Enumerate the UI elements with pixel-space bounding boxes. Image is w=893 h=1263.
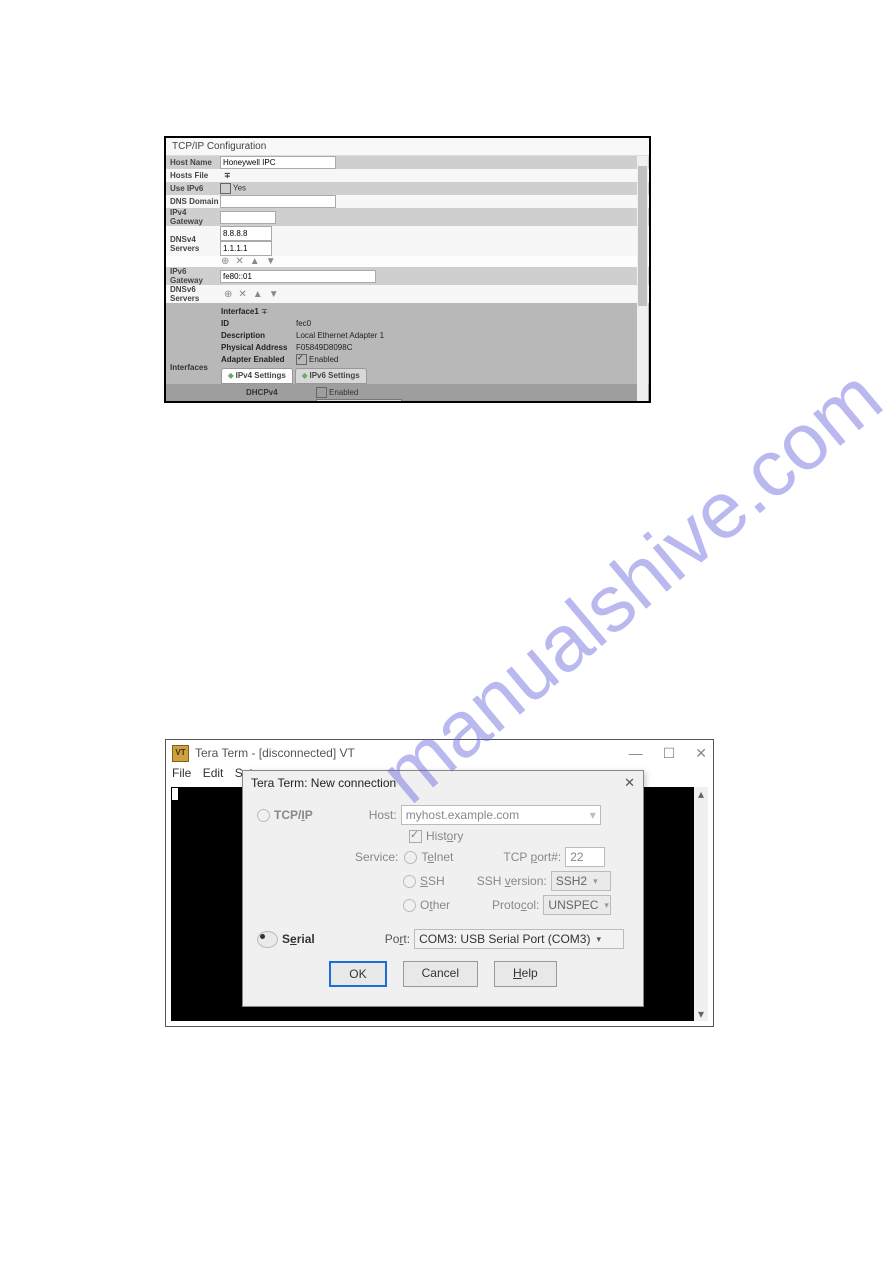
iface-phys-label: Physical Address bbox=[221, 343, 296, 352]
other-label: Other bbox=[420, 898, 450, 912]
close-icon[interactable]: ✕ bbox=[695, 745, 707, 762]
ipv6-tab-icon: ⬥ bbox=[302, 371, 308, 380]
tcp-port-label: TCP port#: bbox=[503, 850, 561, 864]
iface-id-value: fec0 bbox=[296, 319, 311, 328]
hosts-file-label: Hosts File bbox=[166, 171, 220, 180]
add-icon[interactable]: ⊕ bbox=[221, 256, 229, 267]
ipv4-tab-icon: ⬥ bbox=[228, 371, 234, 380]
dns-domain-label: DNS Domain bbox=[166, 197, 220, 206]
terminal-scrollbar[interactable]: ▴ ▾ bbox=[694, 787, 708, 1021]
iface-desc-value: Local Ethernet Adapter 1 bbox=[296, 331, 384, 340]
iface-adapter-value: Enabled bbox=[309, 355, 338, 364]
iface-desc-label: Description bbox=[221, 331, 296, 340]
window-title-text: Tera Term - [disconnected] VT bbox=[195, 746, 355, 760]
delete-icon[interactable]: ✕ bbox=[235, 256, 243, 267]
dns-domain-input[interactable] bbox=[220, 195, 336, 208]
dhcp-checkbox[interactable] bbox=[316, 387, 327, 398]
dnsv4-servers-label: DNSv4 Servers bbox=[166, 229, 220, 253]
tcpip-radio[interactable] bbox=[257, 809, 270, 822]
ipv6-gateway-label: IPv6 Gateway bbox=[166, 267, 220, 285]
ssh-radio[interactable] bbox=[403, 875, 416, 888]
scrollbar-thumb[interactable] bbox=[638, 166, 647, 306]
telnet-label: Telnet bbox=[421, 850, 453, 864]
teraterm-window: VT Tera Term - [disconnected] VT — ☐ ✕ F… bbox=[165, 739, 714, 1027]
use-ipv6-yes-text: Yes bbox=[233, 184, 246, 193]
dnsv4-input-2[interactable] bbox=[220, 241, 272, 256]
adapter-enabled-checkbox[interactable] bbox=[296, 354, 307, 365]
tab-ipv6-settings[interactable]: ⬥IPv6 Settings bbox=[295, 368, 367, 384]
maximize-icon[interactable]: ☐ bbox=[663, 745, 676, 762]
port-label: Port: bbox=[385, 932, 410, 946]
dialog-close-icon[interactable]: ✕ bbox=[624, 775, 635, 791]
teraterm-app-icon: VT bbox=[172, 745, 189, 762]
ipv4-gateway-label: IPv4 Gateway bbox=[166, 208, 220, 226]
iface-phys-value: F05849D8098C bbox=[296, 343, 352, 352]
menu-file[interactable]: File bbox=[172, 766, 191, 780]
ipv4-addr-input[interactable] bbox=[316, 399, 402, 403]
serial-radio[interactable] bbox=[257, 931, 278, 948]
up-icon[interactable]: ▲ bbox=[250, 256, 260, 267]
scroll-down-icon[interactable]: ▾ bbox=[694, 1007, 708, 1021]
other-radio[interactable] bbox=[403, 899, 416, 912]
host-combo[interactable]: myhost.example.com▾ bbox=[401, 805, 601, 825]
hosts-file-expand-icon[interactable]: ∓ bbox=[220, 171, 231, 180]
host-name-label: Host Name bbox=[166, 158, 220, 167]
host-name-input[interactable] bbox=[220, 156, 336, 169]
tcpip-config-window: TCP/IP Configuration Host Name Hosts Fil… bbox=[164, 136, 651, 403]
help-button[interactable]: Help bbox=[494, 961, 557, 987]
ssh-label: SSH bbox=[420, 874, 445, 888]
dialog-title: Tera Term: New connection bbox=[251, 776, 396, 790]
interfaces-section-label: Interfaces bbox=[170, 363, 208, 372]
interface-header: Interface1 bbox=[221, 307, 259, 316]
use-ipv6-label: Use IPv6 bbox=[166, 184, 220, 193]
scrollbar[interactable] bbox=[637, 156, 648, 402]
host-label: Host: bbox=[369, 808, 397, 822]
ipv4-addr-label: IPv4 Address bbox=[246, 402, 316, 403]
iface-adapter-label: Adapter Enabled bbox=[221, 355, 296, 364]
ssh-version-label: SSH version: bbox=[477, 874, 547, 888]
dhcp-value: Enabled bbox=[329, 388, 358, 397]
port-select[interactable]: COM3: USB Serial Port (COM3)▾ bbox=[414, 929, 624, 949]
service-label: Service: bbox=[355, 850, 398, 864]
protocol-label: Protocol: bbox=[492, 898, 539, 912]
dnsv4-input-1[interactable] bbox=[220, 226, 272, 241]
interface-collapse-icon[interactable]: ∓ bbox=[261, 307, 268, 316]
menu-edit[interactable]: Edit bbox=[203, 766, 224, 780]
add-icon-2[interactable]: ⊕ bbox=[224, 289, 232, 300]
ssh-version-select[interactable]: SSH2▾ bbox=[551, 871, 611, 891]
iface-id-label: ID bbox=[221, 319, 296, 328]
history-label: History bbox=[426, 829, 463, 843]
telnet-radio[interactable] bbox=[404, 851, 417, 864]
ipv4-gateway-input[interactable] bbox=[220, 211, 276, 224]
dnsv6-servers-label: DNSv6 Servers bbox=[166, 285, 220, 303]
minimize-icon[interactable]: — bbox=[629, 745, 643, 762]
ipv6-gateway-input[interactable] bbox=[220, 270, 376, 283]
use-ipv6-checkbox[interactable] bbox=[220, 183, 231, 194]
window-title: TCP/IP Configuration bbox=[166, 138, 649, 156]
protocol-select[interactable]: UNSPEC▾ bbox=[543, 895, 611, 915]
tab-ipv4-settings[interactable]: ⬥IPv4 Settings bbox=[221, 368, 293, 384]
terminal-cursor bbox=[172, 788, 178, 800]
cancel-button[interactable]: Cancel bbox=[403, 961, 478, 987]
titlebar: VT Tera Term - [disconnected] VT — ☐ ✕ bbox=[166, 740, 713, 766]
up-icon-2[interactable]: ▲ bbox=[253, 289, 263, 300]
history-checkbox[interactable] bbox=[409, 830, 422, 843]
new-connection-dialog: Tera Term: New connection ✕ TCP/IP Host:… bbox=[242, 770, 644, 1007]
delete-icon-2[interactable]: ✕ bbox=[238, 289, 246, 300]
down-icon-2[interactable]: ▼ bbox=[269, 289, 279, 300]
ok-button[interactable]: OK bbox=[329, 961, 386, 987]
dhcp-label: DHCPv4 bbox=[246, 388, 316, 397]
tcp-port-input[interactable]: 22 bbox=[565, 847, 605, 867]
scroll-up-icon[interactable]: ▴ bbox=[694, 787, 708, 801]
down-icon[interactable]: ▼ bbox=[266, 256, 276, 267]
